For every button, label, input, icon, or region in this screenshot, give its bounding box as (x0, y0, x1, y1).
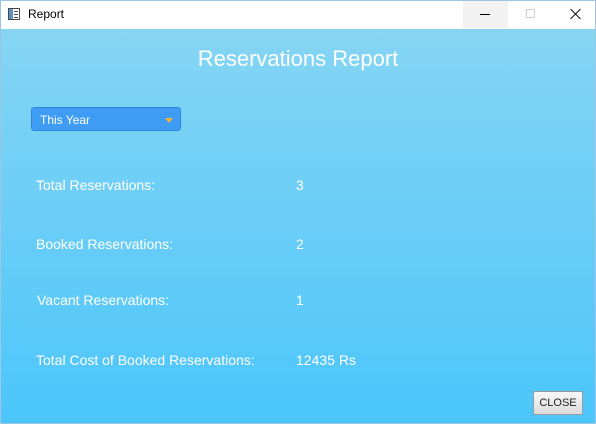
title-bar: Report (1, 1, 595, 29)
window-close-button[interactable] (553, 1, 596, 28)
report-content: Reservations Report This Year Total Rese… (1, 29, 595, 423)
maximize-icon (526, 9, 535, 18)
vacant-reservations-label: Vacant Reservations: (37, 292, 170, 308)
total-cost-value: 12435 Rs (296, 352, 356, 368)
window-title: Report (28, 7, 65, 21)
report-window: Report Reservations Report This Year Tot… (0, 0, 596, 424)
close-button[interactable]: CLOSE (533, 391, 583, 415)
total-cost-label: Total Cost of Booked Reservations: (36, 352, 255, 368)
period-select-value: This Year (40, 113, 91, 127)
minimize-icon (480, 14, 490, 15)
total-reservations-value: 3 (296, 177, 304, 193)
maximize-button[interactable] (508, 1, 553, 28)
booked-reservations-label: Booked Reservations: (36, 236, 173, 252)
vacant-reservations-value: 1 (296, 292, 304, 308)
dropdown-arrow-icon (165, 118, 173, 123)
minimize-button[interactable] (463, 1, 508, 28)
close-icon (570, 8, 582, 20)
page-title: Reservations Report (197, 46, 399, 71)
app-window-icon (8, 8, 20, 20)
period-select[interactable]: This Year (31, 107, 181, 131)
total-reservations-label: Total Reservations: (36, 177, 156, 193)
booked-reservations-value: 2 (296, 236, 304, 252)
